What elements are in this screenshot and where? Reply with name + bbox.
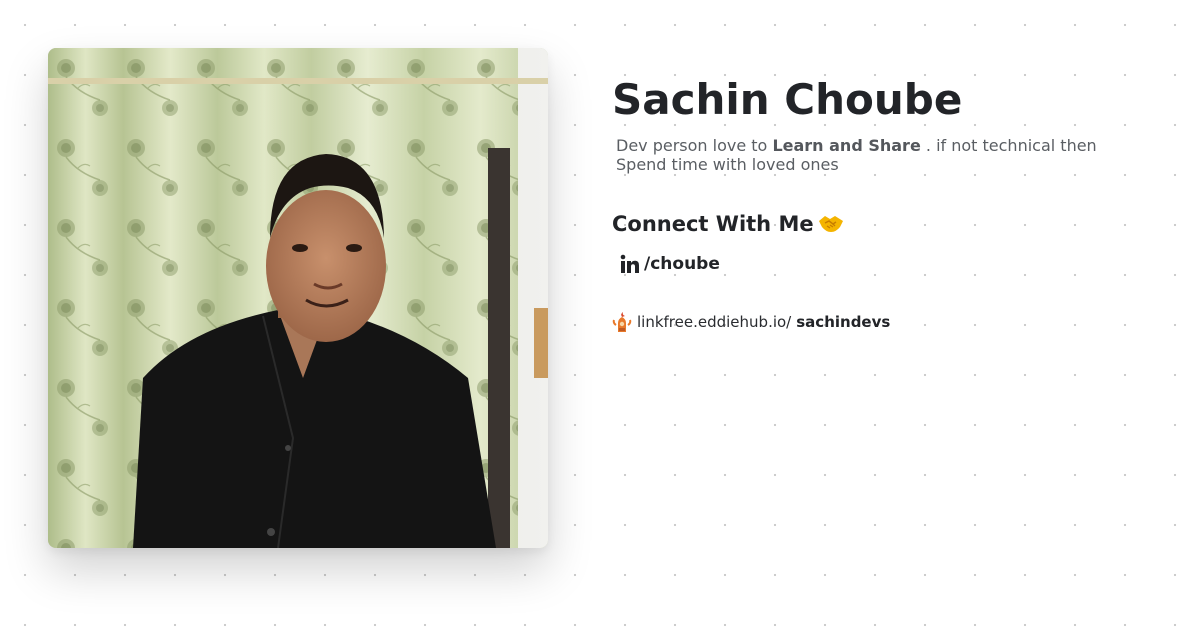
- bio-prefix: Dev person love to: [616, 136, 768, 155]
- linkfree-username[interactable]: sachindevs: [796, 313, 890, 331]
- profile-photo: [48, 48, 548, 548]
- linkfree-logo-icon: [612, 312, 632, 332]
- bio-highlight: Learn and Share: [772, 136, 921, 155]
- connect-heading-text: Connect With Me: [612, 212, 814, 236]
- linkedin-link[interactable]: /choube: [620, 252, 1172, 276]
- linkfree-domain[interactable]: linkfree.eddiehub.io/: [637, 313, 791, 331]
- profile-bio: Dev person love to Learn and Share . if …: [616, 136, 1116, 174]
- linkfree-link[interactable]: linkfree.eddiehub.io/ sachindevs: [612, 310, 1172, 334]
- linkedin-handle[interactable]: /choube: [644, 254, 720, 274]
- profile-name: Sachin Choube: [612, 75, 963, 124]
- profile-info: Sachin Choube Dev person love to Learn a…: [612, 72, 1172, 334]
- handshake-icon: [818, 216, 843, 232]
- linkedin-icon: [620, 254, 639, 273]
- connect-heading: Connect With Me: [612, 210, 1172, 238]
- profile-photo-image: [48, 48, 548, 548]
